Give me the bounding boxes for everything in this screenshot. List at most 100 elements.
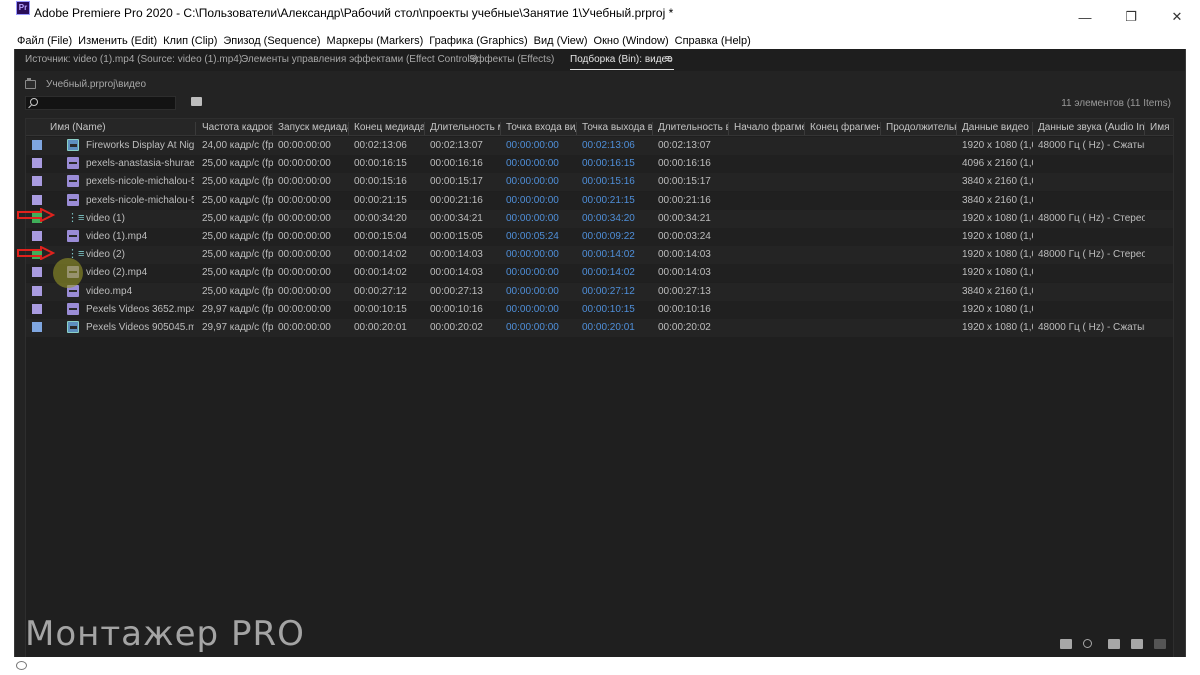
cell-dur: 00:00:10:16 — [430, 303, 483, 315]
cell-start: 00:00:00:00 — [278, 285, 331, 297]
clip-name[interactable]: Pexels Videos 905045.mp4 — [82, 322, 194, 333]
label-color-swatch[interactable] — [32, 303, 42, 314]
label-color-swatch[interactable] — [32, 267, 42, 278]
folder-up-icon[interactable] — [25, 77, 36, 89]
cell-in[interactable]: 00:00:00:00 — [502, 304, 577, 315]
label-color-swatch[interactable] — [32, 176, 42, 187]
menu-item[interactable]: Изменить (Edit) — [78, 35, 157, 47]
table-row[interactable]: Pexels Videos 3652.mp4 29,97 кадр/с (fps)… — [26, 300, 1173, 319]
clip-name[interactable]: video (1).mp4 — [82, 231, 194, 242]
menu-item[interactable]: Вид (View) — [534, 35, 588, 47]
label-color-swatch[interactable] — [32, 158, 42, 169]
cell-out[interactable]: 00:00:10:15 — [578, 304, 653, 315]
label-color-swatch[interactable] — [32, 194, 42, 205]
table-row[interactable]: Fireworks Display At Night. 24,00 кадр/с … — [26, 137, 1173, 155]
menu-item[interactable]: Справка (Help) — [675, 35, 751, 47]
menu-item[interactable]: Окно (Window) — [594, 35, 669, 47]
column-header[interactable]: Точка входа виде — [502, 122, 577, 135]
clip-name[interactable]: video (1) — [82, 213, 194, 224]
table-row[interactable]: video (1) 25,00 кадр/с (fps) 00:00:00:0000… — [26, 209, 1173, 228]
column-header[interactable]: Данные звука (Audio Info) — [1034, 122, 1145, 135]
clip-name[interactable]: pexels-nicole-michalou-573 — [82, 176, 194, 187]
tab-effects[interactable]: Эффекты (Effects) — [469, 54, 554, 65]
label-color-swatch[interactable] — [32, 285, 42, 296]
clip-name[interactable]: video (2) — [82, 249, 194, 260]
column-header[interactable]: Конец фрагмента — [806, 122, 881, 135]
trash-icon[interactable] — [1154, 639, 1166, 649]
cell-in[interactable]: 00:00:00:00 — [502, 249, 577, 260]
search-input[interactable] — [25, 96, 176, 110]
cell-in[interactable]: 00:00:00:00 — [502, 176, 577, 187]
freeform-view-icon[interactable] — [1060, 639, 1072, 649]
cell-vdur: 00:00:15:17 — [658, 176, 711, 188]
panel-menu-icon[interactable]: ≡ — [665, 53, 671, 65]
column-header[interactable]: Длительность ме — [426, 122, 501, 135]
cell-in[interactable]: 00:00:00:00 — [502, 213, 577, 224]
label-color-swatch[interactable] — [32, 322, 42, 332]
cell-out[interactable]: 00:00:20:01 — [578, 322, 653, 333]
cell-vdur: 00:00:27:13 — [658, 285, 711, 297]
column-header[interactable]: Точка выхода вид — [578, 122, 653, 135]
table-row[interactable]: video.mp425,00 кадр/с (fps)00:00:00:0000… — [26, 282, 1173, 301]
cell-in[interactable]: 00:00:00:00 — [502, 267, 577, 278]
column-header[interactable]: Длительность ви — [654, 122, 729, 135]
column-header[interactable]: Запуск медиадан — [274, 122, 349, 135]
cell-in[interactable]: 00:00:00:00 — [502, 158, 577, 169]
label-color-swatch[interactable] — [32, 231, 42, 241]
column-header[interactable]: Имя (Name) — [46, 122, 196, 135]
label-color-swatch[interactable] — [32, 140, 42, 150]
tab-effect-controls[interactable]: Элементы управления эффектами (Effect Co… — [241, 54, 478, 65]
column-header[interactable]: Данные видео (Vi — [958, 122, 1033, 135]
table-row[interactable]: pexels-anastasia-shuraeva- 25,00 кадр/с (… — [26, 155, 1173, 174]
table-row[interactable]: Pexels Videos 905045.mp4 29,97 кадр/с (fp… — [26, 319, 1173, 337]
clip-name[interactable]: video (2).mp4 — [82, 267, 194, 278]
menu-item[interactable]: Маркеры (Markers) — [327, 35, 424, 47]
table-row[interactable]: pexels-nicole-michalou-573 25,00 кадр/с (… — [26, 173, 1173, 192]
cell-in[interactable]: 00:00:00:00 — [502, 195, 577, 206]
cell-out[interactable]: 00:00:09:22 — [578, 231, 653, 242]
table-row[interactable]: video (1).mp4 25,00 кадр/с (fps) 00:00:00:… — [26, 228, 1173, 246]
restore-button[interactable]: ❐ — [1108, 0, 1154, 34]
cell-out[interactable]: 00:00:16:15 — [578, 158, 653, 169]
clip-name[interactable]: Fireworks Display At Night. — [82, 140, 194, 151]
cell-out[interactable]: 00:00:27:12 — [578, 286, 653, 297]
cell-in[interactable]: 00:00:05:24 — [502, 231, 577, 242]
cell-out[interactable]: 00:00:34:20 — [578, 213, 653, 224]
new-bin-icon[interactable] — [1108, 639, 1120, 649]
cell-video: 3840 x 2160 (1,0) — [962, 285, 1033, 297]
clip-name[interactable]: pexels-nicole-michalou-573 — [82, 195, 194, 206]
menu-item[interactable]: Клип (Clip) — [163, 35, 217, 47]
cell-fps: 25,00 кадр/с (fps) — [202, 212, 273, 224]
clip-name[interactable]: video.mp4 — [82, 286, 194, 297]
cell-out[interactable]: 00:00:21:15 — [578, 195, 653, 206]
close-button[interactable]: ✕ — [1154, 0, 1200, 34]
cell-out[interactable]: 00:02:13:06 — [578, 140, 653, 151]
menu-item[interactable]: Эпизод (Sequence) — [223, 35, 320, 47]
clip-name[interactable]: pexels-anastasia-shuraeva- — [82, 158, 194, 169]
cell-out[interactable]: 00:00:15:16 — [578, 176, 653, 187]
cell-in[interactable]: 00:00:00:00 — [502, 140, 577, 151]
cell-fps: 25,00 кадр/с (fps) — [202, 267, 273, 279]
menu-item[interactable]: Графика (Graphics) — [429, 35, 527, 47]
column-header[interactable]: Конец медиаданн — [350, 122, 425, 135]
column-header[interactable]: Начало фрагмент — [730, 122, 805, 135]
cell-out[interactable]: 00:00:14:02 — [578, 267, 653, 278]
cell-in[interactable]: 00:00:00:00 — [502, 322, 577, 333]
cell-out[interactable]: 00:00:14:02 — [578, 249, 653, 260]
column-header[interactable]: Частота кадров (F — [198, 122, 273, 135]
clip-name[interactable]: Pexels Videos 3652.mp4 — [82, 304, 194, 315]
find-icon[interactable] — [1083, 639, 1092, 648]
table-row[interactable]: pexels-nicole-michalou-573 25,00 кадр/с (… — [26, 191, 1173, 210]
tab-source[interactable]: Источник: video (1).mp4 (Source: video (… — [25, 54, 242, 65]
cell-vdur: 00:00:20:02 — [658, 322, 711, 333]
tab-bin[interactable]: Подборка (Bin): видео — [570, 54, 673, 65]
menu-item[interactable]: Файл (File) — [17, 35, 72, 47]
table-row[interactable]: video (2).mp4 25,00 кадр/с (fps) 00:00:00:… — [26, 264, 1173, 283]
table-row[interactable]: video (2)25,00 кадр/с (fps)00:00:00:0000… — [26, 246, 1173, 265]
minimize-button[interactable]: — — [1062, 0, 1108, 34]
new-item-icon[interactable] — [1131, 639, 1143, 649]
column-header[interactable]: Продолжительнос — [882, 122, 957, 135]
cell-in[interactable]: 00:00:00:00 — [502, 286, 577, 297]
new-search-bin-icon[interactable] — [191, 97, 202, 106]
column-header[interactable]: Имя — [1146, 122, 1173, 135]
